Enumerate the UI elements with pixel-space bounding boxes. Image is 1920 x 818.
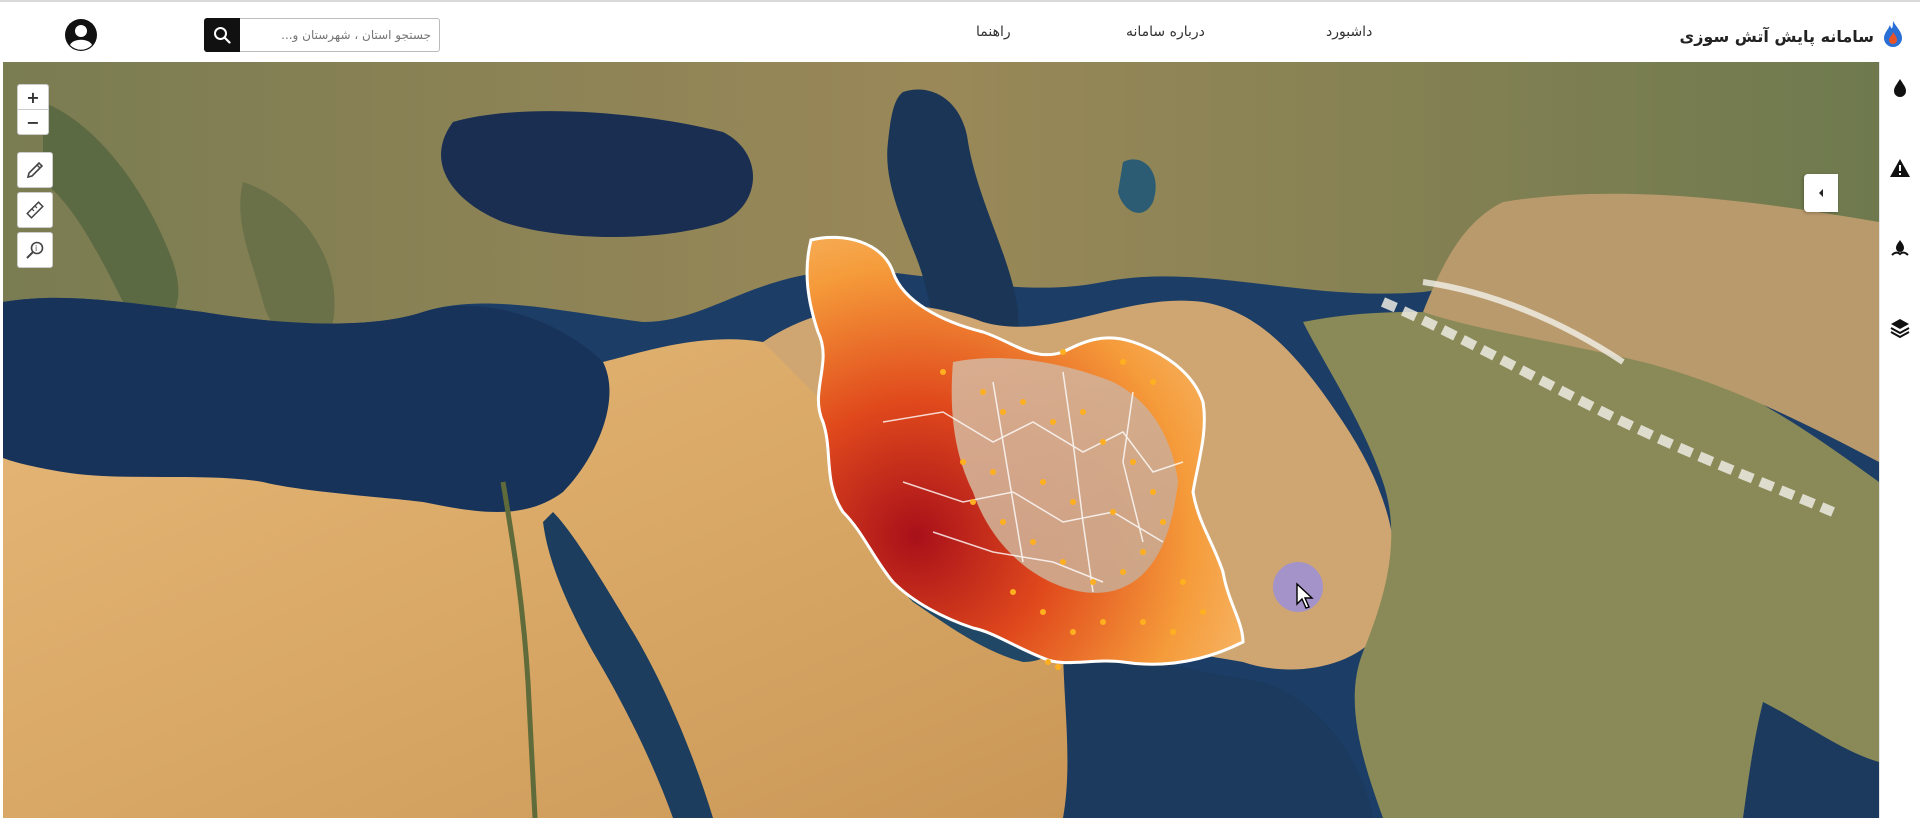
warning-icon: [1890, 159, 1910, 177]
top-bar: سامانه پایش آتش سوزی داشبورد درباره ساما…: [0, 0, 1920, 62]
sidebar-item-alerts[interactable]: [1888, 156, 1912, 180]
sidebar-item-layers[interactable]: [1888, 316, 1912, 340]
measure-tool-button[interactable]: [17, 192, 53, 228]
identify-tool-button[interactable]: i: [17, 232, 53, 268]
user-account-button[interactable]: [64, 18, 98, 52]
draw-tool-button[interactable]: [17, 152, 53, 188]
app-title: سامانه پایش آتش سوزی: [1679, 26, 1874, 46]
fire-station-icon: [1891, 240, 1909, 256]
sidebar-item-stations[interactable]: [1888, 236, 1912, 260]
svg-text:i: i: [35, 244, 37, 253]
search-bar: [204, 18, 440, 52]
brand[interactable]: سامانه پایش آتش سوزی: [1680, 20, 1904, 52]
user-avatar-icon: [65, 19, 97, 51]
map-view[interactable]: + − i: [3, 62, 1879, 818]
search-input[interactable]: [240, 18, 440, 52]
identify-icon: i: [26, 241, 44, 259]
zoom-out-button[interactable]: −: [18, 109, 48, 134]
zoom-control: + −: [17, 84, 49, 135]
right-sidebar: [1879, 62, 1920, 818]
chevron-left-icon: [1819, 189, 1823, 197]
mouse-pointer-icon: [1296, 582, 1314, 609]
app-logo-icon: [1882, 20, 1904, 52]
fire-drop-icon: [1894, 79, 1906, 97]
search-button[interactable]: [204, 18, 240, 52]
nav-help[interactable]: راهنما: [976, 24, 1011, 40]
ruler-icon: [26, 201, 44, 219]
pencil-icon: [26, 161, 44, 179]
layers-icon: [1890, 319, 1910, 339]
sidebar-collapse-button[interactable]: [1804, 174, 1838, 212]
nav-dashboard[interactable]: داشبورد: [1326, 24, 1372, 40]
nav-about[interactable]: درباره سامانه: [1126, 24, 1205, 40]
search-icon: [214, 27, 231, 44]
sidebar-item-fire[interactable]: [1888, 76, 1912, 100]
satellite-basemap: [3, 62, 1879, 818]
zoom-in-button[interactable]: +: [18, 85, 48, 109]
